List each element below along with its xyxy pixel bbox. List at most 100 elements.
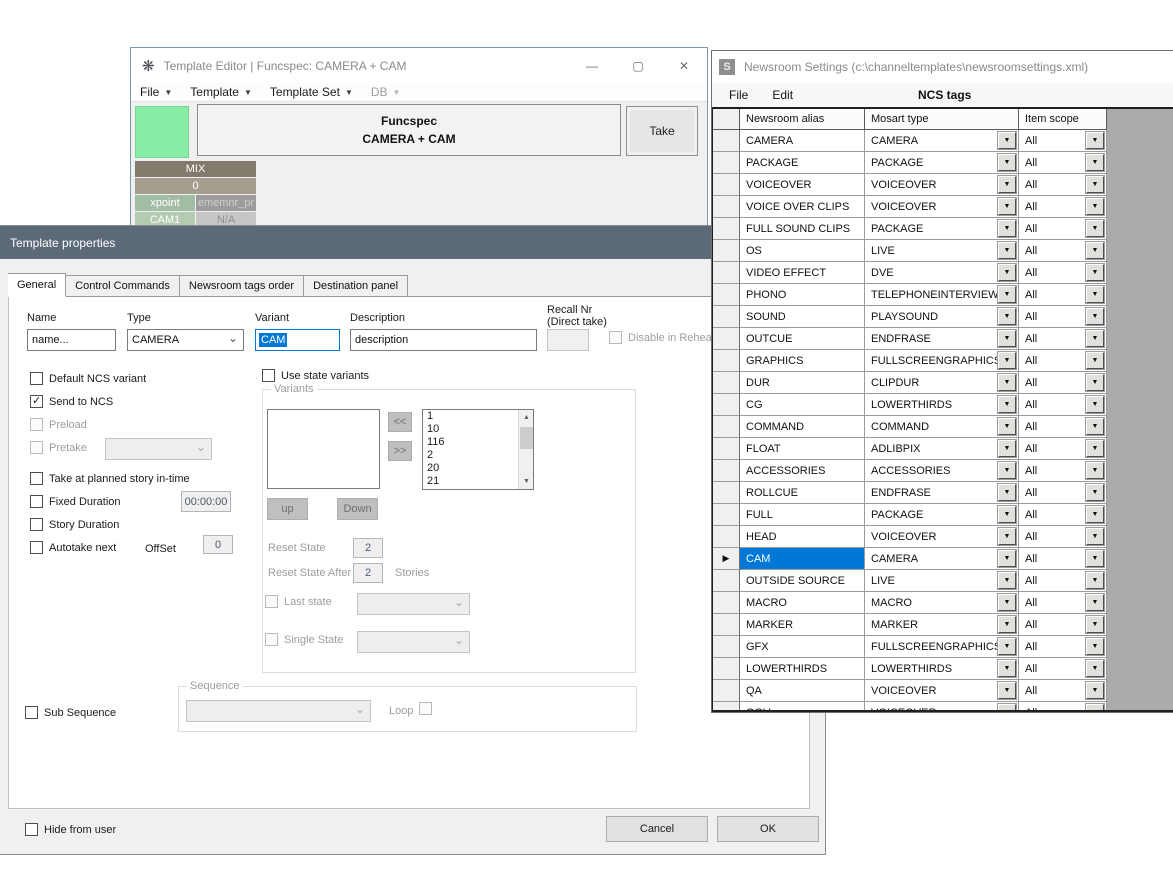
down-button[interactable]: Down: [337, 498, 378, 520]
item-scope-cell[interactable]: All ▼: [1019, 548, 1107, 570]
dropdown-button[interactable]: ▼: [1086, 396, 1104, 413]
item-scope-cell[interactable]: All ▼: [1019, 482, 1107, 504]
fixed-duration-row[interactable]: Fixed Duration: [30, 495, 121, 508]
dropdown-button[interactable]: ▼: [998, 154, 1016, 171]
table-row[interactable]: ▶ ACCESSORIES ACCESSORIES ▼ All ▼: [713, 460, 1173, 482]
row-selector-cell[interactable]: ▶: [713, 460, 740, 482]
row-selector-cell[interactable]: ▶: [713, 438, 740, 460]
dropdown-button[interactable]: ▼: [998, 660, 1016, 677]
mosart-type-cell[interactable]: LIVE ▼: [865, 240, 1019, 262]
row-selector-cell[interactable]: ▶: [713, 328, 740, 350]
newsroom-alias-cell[interactable]: LOWERTHIRDS: [740, 658, 865, 680]
table-row[interactable]: ▶ DUR CLIPDUR ▼ All ▼: [713, 372, 1173, 394]
scrollbar[interactable]: ▲ ▼: [518, 410, 533, 489]
table-row[interactable]: ▶ VIDEO EFFECT DVE ▼ All ▼: [713, 262, 1173, 284]
dropdown-button[interactable]: ▼: [1086, 462, 1104, 479]
close-button[interactable]: ✕: [661, 48, 707, 83]
template-color-swatch[interactable]: [135, 106, 189, 158]
dropdown-button[interactable]: ▼: [998, 286, 1016, 303]
item-scope-cell[interactable]: All ▼: [1019, 438, 1107, 460]
mix-crosspoint-block[interactable]: MIX 0 xpoint ememnr_pr CAM1 N/A: [135, 161, 256, 229]
fixed-duration-value[interactable]: 00:00:00: [181, 491, 231, 512]
template-editor-titlebar[interactable]: ❋ Template Editor | Funcspec: CAMERA + C…: [131, 48, 707, 83]
item-scope-cell[interactable]: All ▼: [1019, 394, 1107, 416]
table-row[interactable]: ▶ CG LOWERTHIRDS ▼ All ▼: [713, 394, 1173, 416]
newsroom-alias-cell[interactable]: OS: [740, 240, 865, 262]
dropdown-button[interactable]: ▼: [998, 176, 1016, 193]
dropdown-button[interactable]: ▼: [998, 572, 1016, 589]
single-state-combobox[interactable]: ⌄: [357, 631, 470, 653]
tab[interactable]: Newsroom tags order: [180, 275, 304, 297]
table-row[interactable]: ▶ SOUND PLAYSOUND ▼ All ▼: [713, 306, 1173, 328]
mosart-type-cell[interactable]: PLAYSOUND ▼: [865, 306, 1019, 328]
story-duration-row[interactable]: Story Duration: [30, 518, 119, 531]
item-scope-cell[interactable]: All ▼: [1019, 240, 1107, 262]
dropdown-button[interactable]: ▼: [998, 396, 1016, 413]
row-selector-cell[interactable]: ▶: [713, 614, 740, 636]
dropdown-button[interactable]: ▼: [1086, 286, 1104, 303]
list-item[interactable]: 10: [423, 423, 518, 436]
row-selector-cell[interactable]: ▶: [713, 570, 740, 592]
pretake-combobox[interactable]: ⌄: [105, 438, 212, 460]
dropdown-button[interactable]: ▼: [998, 682, 1016, 699]
mosart-type-cell[interactable]: ACCESSORIES ▼: [865, 460, 1019, 482]
scroll-down-icon[interactable]: ▼: [519, 474, 534, 489]
hide-from-user-row[interactable]: Hide from user: [25, 823, 116, 836]
dropdown-button[interactable]: ▼: [1086, 132, 1104, 149]
table-row[interactable]: ▶ OS LIVE ▼ All ▼: [713, 240, 1173, 262]
take-button[interactable]: Take: [626, 106, 698, 156]
dropdown-button[interactable]: ▼: [998, 550, 1016, 567]
reset-state-value[interactable]: 2: [353, 538, 383, 558]
column-header-mosart-type[interactable]: Mosart type: [865, 109, 1019, 130]
table-row[interactable]: ▶ OUTSIDE SOURCE LIVE ▼ All ▼: [713, 570, 1173, 592]
item-scope-cell[interactable]: All ▼: [1019, 680, 1107, 702]
last-state-combobox[interactable]: ⌄: [357, 593, 470, 615]
list-item[interactable]: 20: [423, 462, 518, 475]
table-row[interactable]: ▶ VOICE OVER CLIPS VOICEOVER ▼ All ▼: [713, 196, 1173, 218]
newsroom-alias-cell[interactable]: HEAD: [740, 526, 865, 548]
row-selector-cell[interactable]: ▶: [713, 504, 740, 526]
table-row[interactable]: ▶ MARKER MARKER ▼ All ▼: [713, 614, 1173, 636]
item-scope-cell[interactable]: All ▼: [1019, 152, 1107, 174]
mosart-type-cell[interactable]: TELEPHONEINTERVIEW ▼: [865, 284, 1019, 306]
available-variants-listbox[interactable]: 1 10 116 2 20 21 ▲ ▼: [422, 409, 534, 490]
fixed-duration-checkbox[interactable]: [30, 495, 43, 508]
mosart-type-cell[interactable]: CLIPDUR ▼: [865, 372, 1019, 394]
item-scope-cell[interactable]: All ▼: [1019, 174, 1107, 196]
newsroom-alias-cell[interactable]: MARKER: [740, 614, 865, 636]
item-scope-cell[interactable]: All ▼: [1019, 658, 1107, 680]
mosart-type-cell[interactable]: VOICEOVER ▼: [865, 196, 1019, 218]
move-right-button[interactable]: >>: [388, 441, 412, 461]
newsroom-alias-cell[interactable]: CG: [740, 394, 865, 416]
dropdown-button[interactable]: ▼: [1086, 528, 1104, 545]
mosart-type-cell[interactable]: ADLIBPIX ▼: [865, 438, 1019, 460]
dropdown-button[interactable]: ▼: [998, 484, 1016, 501]
table-row[interactable]: ▶ OOV VOICEOVER ▼ All ▼: [713, 702, 1173, 712]
mosart-type-cell[interactable]: VOICEOVER ▼: [865, 702, 1019, 712]
pretake-row[interactable]: Pretake: [30, 441, 87, 454]
newsroom-alias-cell[interactable]: GFX: [740, 636, 865, 658]
move-left-button[interactable]: <<: [388, 412, 412, 432]
dropdown-button[interactable]: ▼: [1086, 198, 1104, 215]
dropdown-button[interactable]: ▼: [1086, 308, 1104, 325]
mosart-type-cell[interactable]: PACKAGE ▼: [865, 218, 1019, 240]
use-state-variants-row[interactable]: Use state variants: [262, 369, 369, 382]
column-header-item-scope[interactable]: Item scope: [1019, 109, 1107, 130]
table-row[interactable]: ▶ ROLLCUE ENDFRASE ▼ All ▼: [713, 482, 1173, 504]
table-row[interactable]: ▶ COMMAND COMMAND ▼ All ▼: [713, 416, 1173, 438]
mosart-type-cell[interactable]: VOICEOVER ▼: [865, 680, 1019, 702]
table-row[interactable]: ▶ FULL SOUND CLIPS PACKAGE ▼ All ▼: [713, 218, 1173, 240]
item-scope-cell[interactable]: All ▼: [1019, 306, 1107, 328]
newsroom-alias-cell[interactable]: QA: [740, 680, 865, 702]
xpoint-cell[interactable]: xpoint: [135, 195, 195, 211]
row-selector-cell[interactable]: ▶: [713, 372, 740, 394]
row-selector-cell[interactable]: ▶: [713, 658, 740, 680]
disable-in-rehearsal-checkbox-row[interactable]: Disable in Rehea: [609, 331, 712, 344]
dropdown-button[interactable]: ▼: [998, 528, 1016, 545]
mosart-type-cell[interactable]: DVE ▼: [865, 262, 1019, 284]
type-combobox[interactable]: CAMERA ⌄: [127, 329, 244, 351]
dropdown-button[interactable]: ▼: [1086, 264, 1104, 281]
dropdown-button[interactable]: ▼: [998, 594, 1016, 611]
dropdown-button[interactable]: ▼: [998, 638, 1016, 655]
table-row[interactable]: ▶ FULL PACKAGE ▼ All ▼: [713, 504, 1173, 526]
